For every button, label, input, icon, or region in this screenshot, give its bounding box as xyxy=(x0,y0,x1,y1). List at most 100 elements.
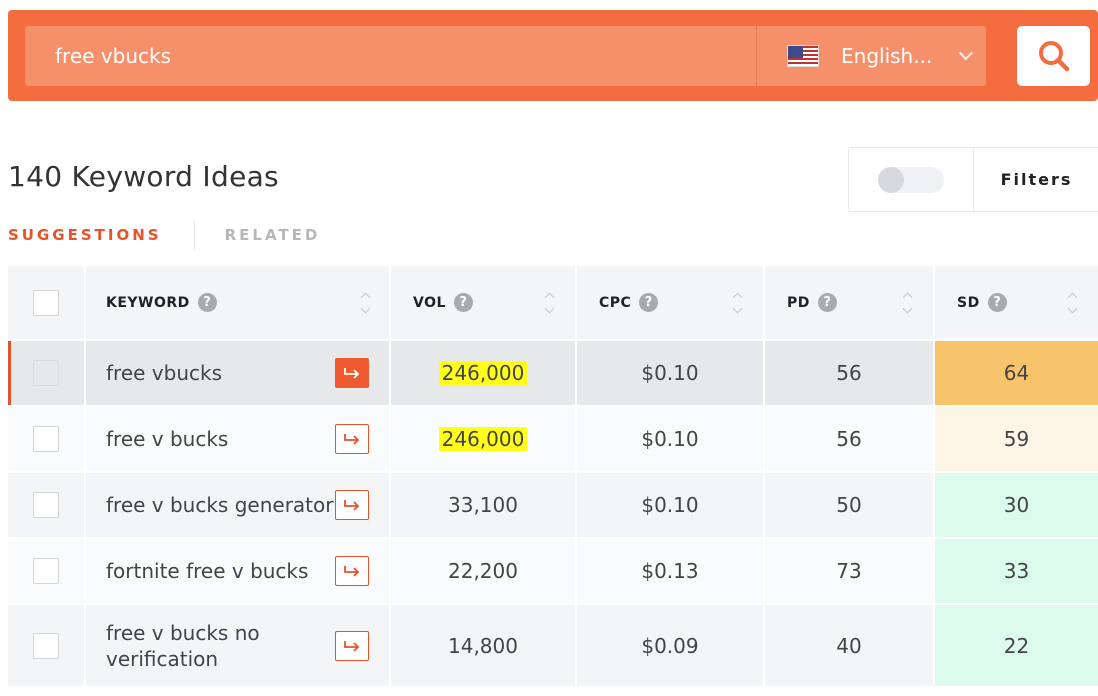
vol-cell: 14,800 xyxy=(391,605,577,686)
header-pd[interactable]: PD ? xyxy=(765,266,935,339)
sort-icon[interactable] xyxy=(360,292,371,313)
open-keyword-icon[interactable] xyxy=(335,424,369,454)
pd-value: 50 xyxy=(836,493,862,517)
sd-value: 30 xyxy=(1003,493,1030,517)
header-cpc[interactable]: CPC ? xyxy=(577,266,765,339)
cpc-cell: $0.10 xyxy=(577,473,765,537)
sd-value: 64 xyxy=(1003,361,1030,385)
sort-icon[interactable] xyxy=(1067,292,1078,313)
row-checkbox[interactable] xyxy=(33,426,59,452)
vol-cell: 22,200 xyxy=(391,539,577,603)
open-keyword-icon[interactable] xyxy=(335,358,369,388)
sd-value: 59 xyxy=(1003,427,1030,451)
vol-value: 33,100 xyxy=(448,493,518,517)
keyword-cell: free v bucks xyxy=(86,407,391,471)
vol-value: 246,000 xyxy=(438,361,528,385)
header-keyword-label: KEYWORD xyxy=(106,294,190,311)
search-button[interactable] xyxy=(1017,26,1090,86)
keyword-cell: fortnite free v bucks xyxy=(86,539,391,603)
row-checkbox[interactable] xyxy=(33,492,59,518)
cpc-value: $0.10 xyxy=(641,493,699,517)
cpc-cell: $0.13 xyxy=(577,539,765,603)
vol-value: 14,800 xyxy=(448,633,518,658)
row-checkbox[interactable] xyxy=(33,632,59,659)
vol-cell: 246,000 xyxy=(391,341,577,405)
table-row[interactable]: free v bucks generator 33,100 $0.10 50 3… xyxy=(8,473,1098,539)
cpc-value: $0.13 xyxy=(641,559,699,583)
header-cpc-label: CPC xyxy=(599,294,632,311)
open-keyword-icon[interactable] xyxy=(335,630,369,661)
vol-cell: 33,100 xyxy=(391,473,577,537)
sd-value: 22 xyxy=(1003,633,1030,658)
header-keyword[interactable]: KEYWORD ? xyxy=(86,266,391,339)
table-row[interactable]: fortnite free v bucks 22,200 $0.13 73 33 xyxy=(8,539,1098,605)
cpc-value: $0.09 xyxy=(641,633,699,658)
filters-panel: Filters xyxy=(848,147,1098,212)
open-keyword-icon[interactable] xyxy=(335,490,369,520)
open-keyword-icon[interactable] xyxy=(335,556,369,586)
keyword-cell: free v bucks no verification xyxy=(86,605,391,686)
select-all-checkbox[interactable] xyxy=(33,289,59,316)
keyword-text[interactable]: free v bucks generator xyxy=(106,492,333,518)
keyword-text[interactable]: free v bucks xyxy=(106,426,228,452)
sort-icon[interactable] xyxy=(544,292,555,313)
keyword-cell: free vbucks xyxy=(86,341,391,405)
pd-cell: 73 xyxy=(765,539,935,603)
pd-cell: 56 xyxy=(765,341,935,405)
pd-value: 56 xyxy=(836,361,862,385)
header-sd[interactable]: SD ? xyxy=(935,266,1098,339)
row-checkbox-cell xyxy=(8,341,86,405)
tab-divider xyxy=(193,221,195,249)
filters-button[interactable]: Filters xyxy=(974,148,1098,211)
search-query: free vbucks xyxy=(55,44,171,68)
sd-value: 33 xyxy=(1003,559,1030,583)
pd-value: 56 xyxy=(836,427,862,451)
help-icon[interactable]: ? xyxy=(987,293,1007,312)
vol-value: 22,200 xyxy=(448,559,518,583)
row-checkbox[interactable] xyxy=(33,558,59,584)
pd-cell: 40 xyxy=(765,605,935,686)
cpc-cell: $0.10 xyxy=(577,341,765,405)
cpc-cell: $0.09 xyxy=(577,605,765,686)
table-row[interactable]: free v bucks 246,000 $0.10 56 59 xyxy=(8,407,1098,473)
keyword-text[interactable]: free v bucks no verification xyxy=(106,620,276,672)
keyword-text[interactable]: fortnite free v bucks xyxy=(106,558,308,584)
cpc-value: $0.10 xyxy=(641,427,699,451)
vol-cell: 246,000 xyxy=(391,407,577,471)
sort-icon[interactable] xyxy=(732,292,743,313)
row-checkbox-cell xyxy=(8,407,86,471)
row-checkbox-cell xyxy=(8,605,86,686)
header-vol[interactable]: VOL ? xyxy=(391,266,577,339)
search-icon xyxy=(1038,41,1069,72)
sort-icon[interactable] xyxy=(902,292,913,313)
help-icon[interactable]: ? xyxy=(639,293,659,312)
row-checkbox-cell xyxy=(8,539,86,603)
table-row[interactable]: free vbucks 246,000 $0.10 56 64 xyxy=(8,341,1098,407)
keyword-text[interactable]: free vbucks xyxy=(106,360,222,386)
table-header: KEYWORD ? VOL ? CPC ? PD ? SD ? xyxy=(8,266,1098,341)
search-input[interactable]: free vbucks xyxy=(25,26,756,86)
sd-cell: 59 xyxy=(935,407,1098,471)
tab-related[interactable]: RELATED xyxy=(225,226,321,244)
help-icon[interactable]: ? xyxy=(817,293,837,312)
tab-suggestions[interactable]: SUGGESTIONS xyxy=(8,226,162,244)
toggle-area xyxy=(849,148,974,211)
sd-cell: 30 xyxy=(935,473,1098,537)
page-title: 140 Keyword Ideas xyxy=(8,160,279,193)
cpc-cell: $0.10 xyxy=(577,407,765,471)
language-select[interactable]: English... xyxy=(756,26,986,86)
filter-toggle[interactable] xyxy=(878,166,944,193)
keyword-table: KEYWORD ? VOL ? CPC ? PD ? SD ? free vbu… xyxy=(8,266,1098,688)
table-row[interactable]: free v bucks no verification 14,800 $0.0… xyxy=(8,605,1098,688)
keyword-cell: free v bucks generator xyxy=(86,473,391,537)
pd-value: 40 xyxy=(836,633,862,658)
us-flag-icon xyxy=(787,45,819,67)
pd-cell: 50 xyxy=(765,473,935,537)
pd-value: 73 xyxy=(836,559,862,583)
help-icon[interactable]: ? xyxy=(453,293,473,312)
help-icon[interactable]: ? xyxy=(197,293,217,312)
row-checkbox[interactable] xyxy=(33,360,59,386)
vol-value: 246,000 xyxy=(438,427,528,451)
sd-cell: 22 xyxy=(935,605,1098,686)
search-bar: free vbucks English... xyxy=(8,10,1098,101)
